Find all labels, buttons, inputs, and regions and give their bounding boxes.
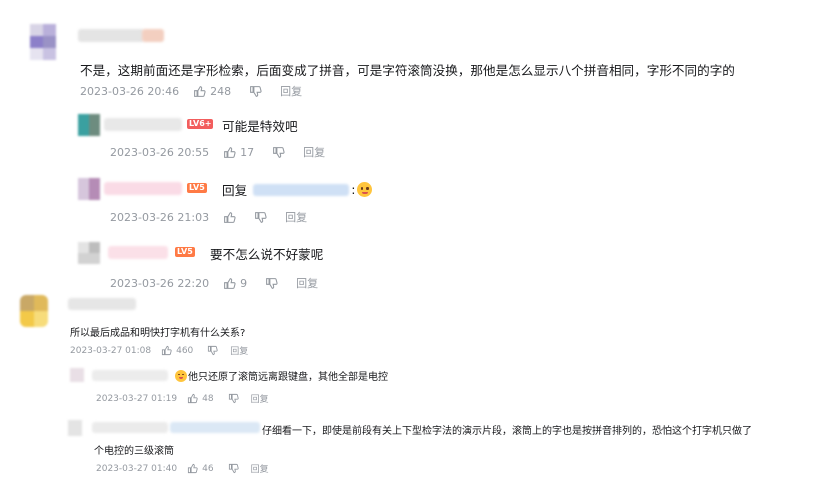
mentioned-user-blurred[interactable]	[253, 183, 350, 196]
username-blurred[interactable]	[104, 118, 182, 131]
avatar[interactable]	[20, 295, 48, 327]
thumbs-down-icon[interactable]	[228, 393, 239, 404]
like-count: 46	[202, 463, 214, 474]
smiley-emoji-icon	[175, 369, 187, 382]
reply-meta: 2023-03-26 22:20 9 回复	[110, 275, 318, 291]
thumbs-up-icon[interactable]	[223, 277, 236, 290]
like-count: 9	[240, 276, 248, 290]
thumbs-down-icon[interactable]	[207, 345, 218, 356]
reply-button[interactable]: 回复	[285, 209, 307, 225]
level-badge: LV5	[175, 247, 195, 257]
reply-time: 2023-03-26 21:03	[110, 210, 210, 224]
like-count: 248	[210, 84, 232, 98]
reply-time: 2023-03-27 01:40	[96, 463, 178, 474]
username-blurred[interactable]	[108, 246, 168, 259]
reply-button[interactable]: 回复	[251, 392, 269, 405]
level-badge: LV5	[187, 183, 207, 193]
avatar[interactable]	[78, 178, 100, 200]
avatar[interactable]	[68, 420, 82, 436]
username-blurred[interactable]	[92, 422, 168, 433]
reply-text: 要不怎么说不好蒙呢	[210, 247, 324, 262]
reply-text: 他只还原了滚筒远离跟键盘，其他全部是电控	[175, 368, 388, 383]
username-blurred[interactable]	[104, 182, 182, 195]
reply-meta: 2023-03-26 20:55 17 回复	[110, 144, 325, 160]
reply-time: 2023-03-27 01:19	[96, 393, 178, 404]
reply-button[interactable]: 回复	[230, 344, 248, 357]
smiley-emoji-icon	[357, 182, 373, 197]
thumbs-up-icon[interactable]	[187, 463, 198, 474]
reply-prefix: 回复	[222, 183, 248, 198]
reply-meta: 2023-03-26 21:03 回复	[110, 209, 307, 225]
reply-time: 2023-03-26 22:20	[110, 276, 210, 290]
reply-button[interactable]: 回复	[251, 462, 269, 475]
username-blurred	[142, 29, 164, 42]
mentioned-user-blurred[interactable]	[170, 422, 260, 433]
avatar[interactable]	[70, 368, 84, 382]
reply-button[interactable]: 回复	[303, 144, 325, 160]
reply-meta: 2023-03-27 01:40 46 回复	[96, 462, 269, 476]
thumbs-up-icon[interactable]	[161, 345, 172, 356]
thumbs-down-icon[interactable]	[228, 463, 239, 474]
comment-meta: 2023-03-27 01:08 460 回复	[70, 344, 248, 358]
reply-text-line2: 个电控的三级滚筒	[94, 446, 174, 457]
comment-meta: 2023-03-26 20:46 248 回复	[80, 83, 302, 99]
reply-text: 可能是特效吧	[222, 119, 298, 134]
like-count: 17	[240, 145, 255, 159]
thumbs-down-icon[interactable]	[249, 85, 262, 98]
username-blurred[interactable]	[78, 29, 144, 42]
reply-content: 他只还原了滚筒远离跟键盘，其他全部是电控	[188, 372, 388, 383]
username-blurred[interactable]	[68, 298, 136, 310]
comment-text: 不是，这期前面还是字形检索，后面变成了拼音，可是字符滚筒没换，那他是怎么显示八个…	[80, 63, 735, 78]
avatar[interactable]	[30, 24, 56, 60]
comment-time: 2023-03-27 01:08	[70, 345, 152, 356]
level-badge: LV6+	[187, 119, 214, 129]
reply-meta: 2023-03-27 01:19 48 回复	[96, 392, 269, 406]
reply-time: 2023-03-26 20:55	[110, 145, 210, 159]
avatar[interactable]	[78, 242, 100, 264]
reply-text-line1: 仔细看一下，即使是前段有关上下型检字法的演示片段，滚筒上的字也是按拼音排列的，恐…	[262, 426, 752, 437]
thumbs-up-icon[interactable]	[193, 85, 206, 98]
like-count: 48	[202, 393, 214, 404]
thumbs-down-icon[interactable]	[265, 277, 278, 290]
reply-button[interactable]: 回复	[280, 83, 302, 99]
username-blurred[interactable]	[92, 370, 168, 381]
comment-text: 所以最后成品和明快打字机有什么关系?	[70, 328, 246, 339]
reply-colon: :	[351, 182, 356, 197]
reply-button[interactable]: 回复	[296, 275, 318, 291]
thumbs-up-icon[interactable]	[223, 146, 236, 159]
thumbs-down-icon[interactable]	[254, 211, 267, 224]
avatar[interactable]	[78, 114, 100, 136]
thumbs-down-icon[interactable]	[272, 146, 285, 159]
reply-text: 回复 :	[222, 180, 373, 199]
like-count: 460	[176, 345, 194, 356]
thumbs-up-icon[interactable]	[223, 211, 236, 224]
thumbs-up-icon[interactable]	[187, 393, 198, 404]
comment-time: 2023-03-26 20:46	[80, 84, 180, 98]
